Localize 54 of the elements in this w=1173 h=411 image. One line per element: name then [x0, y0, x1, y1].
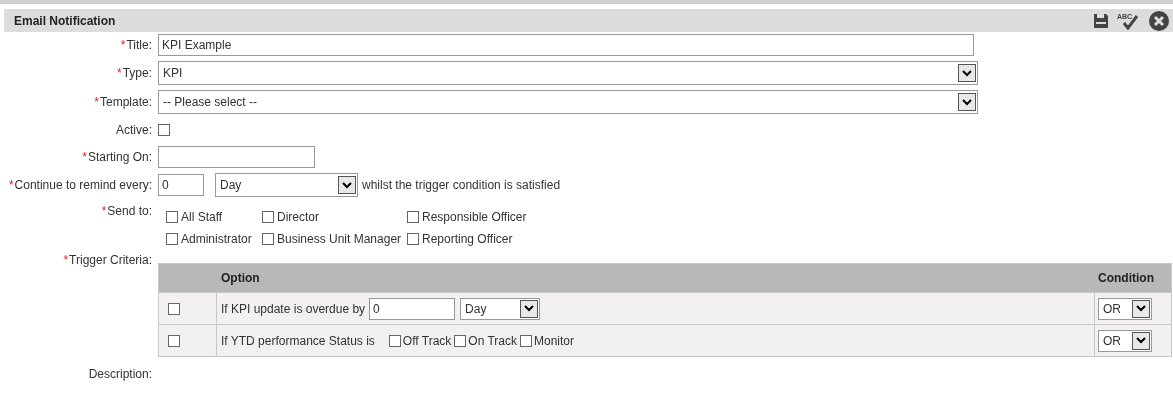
checkbox[interactable] — [166, 211, 178, 223]
checkbox-label: Reporting Officer — [422, 232, 513, 246]
checkbox[interactable] — [407, 233, 419, 245]
caret-icon — [520, 299, 539, 318]
checkbox-label: Off Track — [402, 333, 452, 348]
select-dropdown[interactable]: KPI — [158, 61, 978, 85]
field-label: *Trigger Criteria: — [62, 252, 152, 267]
criteria-text: If YTD performance Status is — [221, 333, 375, 348]
close-icon[interactable] — [1149, 10, 1169, 31]
field-label: Active: — [115, 123, 152, 137]
select-dropdown[interactable]: Day — [460, 297, 541, 320]
checkbox-label: Business Unit Manager — [277, 232, 402, 246]
checkbox-label: Monitor — [534, 333, 574, 348]
checkbox[interactable] — [407, 211, 419, 223]
checkbox[interactable] — [262, 233, 274, 245]
checkbox[interactable] — [454, 334, 467, 347]
field-label: *Send to: — [100, 203, 152, 218]
checkbox[interactable] — [168, 302, 180, 315]
select-dropdown[interactable]: -- Please select -- — [158, 90, 978, 114]
number-input[interactable]: 0 — [369, 297, 456, 320]
checkbox[interactable] — [168, 334, 180, 347]
caret-icon — [1132, 331, 1150, 350]
caret-icon — [958, 93, 976, 111]
checkbox-label: On Track — [468, 333, 517, 348]
checkbox[interactable] — [166, 233, 178, 245]
checkbox[interactable] — [388, 334, 401, 347]
field-label: *Template: — [93, 95, 152, 109]
checkbox-label: Responsible Officer — [422, 210, 527, 224]
checkbox-label: All Staff — [181, 210, 223, 224]
date-input[interactable] — [158, 146, 315, 168]
checkbox-label: Administrator — [181, 232, 252, 246]
checkbox[interactable] — [520, 334, 532, 347]
column-header: Option — [220, 271, 261, 285]
select-dropdown[interactable]: Day — [215, 173, 358, 197]
field-label: Description: — [87, 367, 152, 381]
panel-title: Email Notification — [14, 13, 116, 28]
field-label: *Starting On: — [81, 150, 152, 164]
caret-icon — [958, 64, 976, 82]
select-dropdown[interactable]: OR — [1098, 297, 1152, 320]
field-label: *Continue to remind every: — [7, 178, 152, 192]
caret-icon — [1132, 299, 1150, 318]
field-label: *Title: — [119, 38, 152, 52]
criteria-text: If KPI update is overdue by — [221, 301, 366, 316]
checkbox-label: Director — [277, 210, 319, 224]
checkbox[interactable] — [262, 211, 274, 223]
column-header: Condition — [1097, 271, 1155, 285]
save-icon[interactable] — [1093, 12, 1109, 29]
text-input[interactable]: KPI Example — [158, 34, 974, 56]
field-label: *Type: — [115, 66, 152, 80]
caret-icon — [338, 176, 356, 194]
checkbox[interactable] — [158, 124, 170, 136]
select-dropdown[interactable]: OR — [1098, 329, 1152, 352]
help-text: whilst the trigger condition is satisfied — [362, 178, 561, 192]
number-input[interactable]: 0 — [158, 174, 204, 196]
